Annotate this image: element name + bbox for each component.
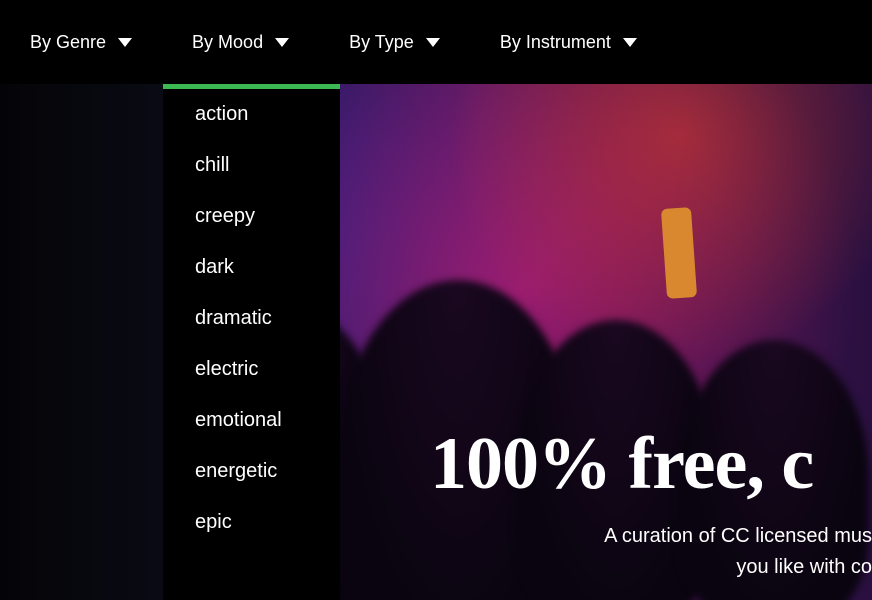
mood-dropdown: action chill creepy dark dramatic electr… <box>163 84 340 600</box>
dropdown-item-action[interactable]: action <box>163 89 340 140</box>
filter-tab-type[interactable]: By Type <box>349 32 440 53</box>
dropdown-item-dramatic[interactable]: dramatic <box>163 293 340 344</box>
dropdown-item-emotional[interactable]: emotional <box>163 395 340 446</box>
filter-label: By Type <box>349 32 414 53</box>
chevron-down-icon <box>426 38 440 47</box>
chevron-down-icon <box>623 38 637 47</box>
filter-tab-genre[interactable]: By Genre <box>30 32 132 53</box>
filter-tab-instrument[interactable]: By Instrument <box>500 32 637 53</box>
dropdown-item-creepy[interactable]: creepy <box>163 191 340 242</box>
filter-label: By Mood <box>192 32 263 53</box>
filter-label: By Genre <box>30 32 106 53</box>
dropdown-item-energetic[interactable]: energetic <box>163 446 340 497</box>
filter-tab-mood[interactable]: By Mood <box>192 32 289 53</box>
chevron-down-icon <box>118 38 132 47</box>
dropdown-item-electric[interactable]: electric <box>163 344 340 395</box>
hero-left-dark-region <box>0 84 164 600</box>
dropdown-item-dark[interactable]: dark <box>163 242 340 293</box>
dropdown-item-epic[interactable]: epic <box>163 497 340 548</box>
filter-bar: By Genre By Mood By Type By Instrument <box>0 0 872 84</box>
chevron-down-icon <box>275 38 289 47</box>
hero-subtitle-2: you like with co <box>730 556 872 579</box>
dropdown-item-chill[interactable]: chill <box>163 140 340 191</box>
hero-subtitle-1: A curation of CC licensed mus <box>510 525 872 548</box>
filter-label: By Instrument <box>500 32 611 53</box>
hero-text-block: 100% free, c A curation of CC licensed m… <box>430 422 872 579</box>
hero-title: 100% free, c <box>430 422 872 507</box>
